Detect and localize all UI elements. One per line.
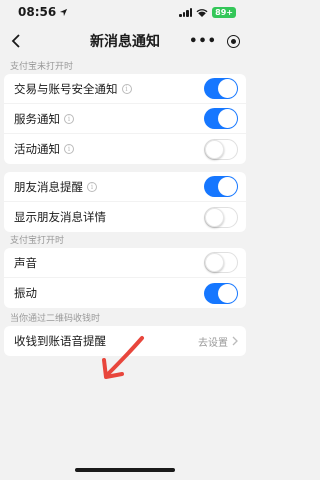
status-bar: 08:56 89+ (0, 0, 250, 24)
nav-actions: ••• (189, 34, 240, 49)
settings-row: 活动通知 i (4, 134, 246, 164)
row-label: 振动 (14, 286, 37, 300)
row-label: 服务通知 (14, 111, 60, 126)
home-indicator (75, 468, 175, 472)
row-left: 振动 (14, 285, 37, 301)
settings-row: 服务通知 i (4, 104, 246, 134)
toggle-switch[interactable] (204, 176, 238, 197)
toggle-knob (205, 139, 224, 159)
status-time: 08:56 (18, 5, 57, 19)
row-label: 朋友消息提醒 (14, 179, 83, 194)
row-label: 声音 (14, 255, 37, 270)
settings-row: 交易与账号安全通知 i (4, 74, 246, 104)
row-left: 交易与账号安全通知 i (14, 81, 132, 97)
settings-row: 振动 (4, 278, 246, 308)
row-left: 声音 (14, 255, 37, 271)
voice-reminder-row[interactable]: 收钱到账语音提醒 去设置 (4, 326, 246, 356)
nav-bar: 新消息通知 ••• (0, 24, 250, 58)
info-icon[interactable]: i (87, 181, 97, 192)
toggle-switch[interactable] (204, 78, 238, 99)
toggle-knob (218, 177, 237, 196)
toggle-knob (205, 253, 224, 272)
toggle-switch[interactable] (204, 138, 238, 160)
info-icon[interactable]: i (64, 113, 74, 124)
status-left: 08:56 (18, 5, 68, 19)
toggle-knob (218, 283, 237, 303)
toggle-switch[interactable] (204, 252, 238, 273)
signal-icon (179, 7, 193, 17)
toggle-knob (218, 109, 237, 128)
status-right: 89+ (179, 6, 236, 18)
section-label: 支付宝打开时 (10, 236, 65, 246)
info-icon[interactable]: i (121, 83, 132, 94)
settings-group: 朋友消息提醒 i 显示朋友消息详情 (4, 172, 246, 232)
settings-row: 声音 (4, 248, 246, 278)
toggle-switch[interactable] (204, 282, 238, 304)
settings-row: 朋友消息提醒 i (4, 172, 246, 202)
info-icon[interactable]: i (64, 144, 74, 154)
settings-group: 交易与账号安全通知 i 服务通知 i 活动通知 i (4, 74, 246, 164)
toggle-knob (205, 207, 224, 227)
settings-list: 支付宝未打开时 交易与账号安全通知 i 服务通知 i 活动通知 i 朋友消息提醒 i 显示朋友消息… (0, 58, 250, 308)
row-label: 交易与账号安全通知 (14, 81, 118, 96)
row-left: 朋友消息提醒 i (14, 179, 97, 195)
settings-row: 显示朋友消息详情 (4, 202, 246, 232)
back-icon[interactable] (10, 33, 22, 49)
row-left: 服务通知 i (14, 111, 74, 127)
row-label: 活动通知 (14, 142, 60, 156)
location-icon (60, 8, 68, 16)
go-settings-text: 去设置 (198, 337, 228, 349)
chevron-right-icon (232, 336, 238, 346)
more-icon[interactable]: ••• (189, 34, 217, 49)
close-mini-program-icon[interactable] (227, 34, 240, 48)
section-label-qr: 当你通过二维码收钱时 (10, 314, 101, 324)
toggle-switch[interactable] (204, 206, 238, 228)
row-value: 去设置 (198, 334, 238, 349)
row-label: 收钱到账语音提醒 (14, 334, 106, 348)
section-label: 支付宝未打开时 (10, 62, 74, 72)
row-left: 活动通知 i (14, 141, 74, 157)
toggle-knob (218, 79, 237, 98)
wifi-icon (196, 8, 208, 17)
row-label: 显示朋友消息详情 (14, 210, 106, 224)
row-left: 显示朋友消息详情 (14, 209, 106, 225)
toggle-switch[interactable] (204, 108, 238, 129)
settings-group-qr: 收钱到账语音提醒 去设置 (4, 326, 246, 356)
settings-group: 声音 振动 (4, 248, 246, 308)
battery-badge: 89+ (212, 6, 236, 18)
